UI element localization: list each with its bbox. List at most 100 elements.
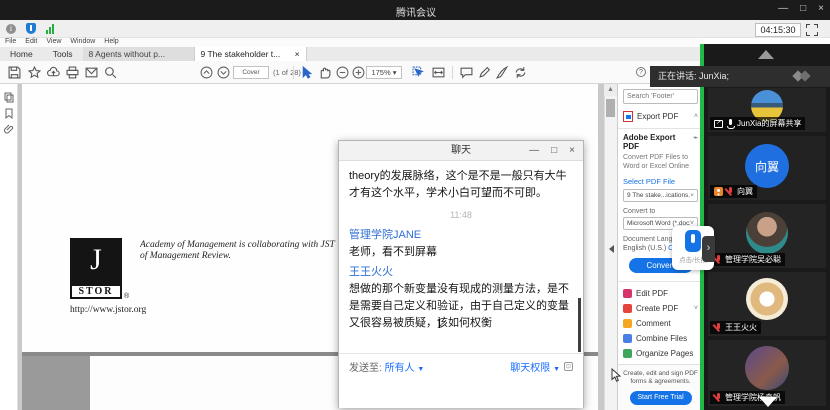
zoom-level-select[interactable]: 175% ▾ bbox=[366, 66, 402, 79]
menu-edit[interactable]: Edit bbox=[25, 38, 37, 47]
window-controls: — □ × bbox=[778, 3, 824, 14]
star-icon[interactable] bbox=[28, 66, 41, 79]
minimize-button[interactable]: — bbox=[778, 3, 788, 14]
email-icon[interactable] bbox=[85, 66, 98, 79]
jstor-url: http://www.jstor.org bbox=[70, 305, 146, 315]
fill-sign-icon[interactable] bbox=[496, 66, 509, 79]
panel-footer: Create, edit and sign PDFforms & agreeme… bbox=[618, 364, 703, 410]
microphone-icon[interactable] bbox=[685, 230, 701, 252]
zoom-level-value: 175% bbox=[371, 68, 390, 77]
combine-files-icon bbox=[623, 334, 632, 343]
participant-tile-screenshare[interactable]: JunXia的屏幕共享 bbox=[708, 88, 826, 132]
export-pdf-header[interactable]: Export PDF ˄ bbox=[623, 111, 698, 122]
mouse-cursor bbox=[611, 368, 622, 383]
send-to-select[interactable]: 所有人 ▼ bbox=[385, 359, 425, 374]
print-icon[interactable] bbox=[66, 66, 79, 79]
search-icon[interactable] bbox=[104, 66, 117, 79]
chat-message-2: 老师，看不到屏幕 bbox=[349, 244, 573, 261]
clear-file-icon[interactable]: × bbox=[690, 192, 694, 199]
chevron-down-icon[interactable]: ˅ bbox=[694, 305, 698, 312]
attachments-icon[interactable] bbox=[4, 124, 14, 135]
zoom-in-icon[interactable] bbox=[352, 66, 365, 79]
participant-label: JunXia的屏幕共享 bbox=[710, 117, 805, 130]
comment-icon[interactable] bbox=[460, 66, 473, 79]
tab-document-2-active[interactable]: 9 The stakeholder t... × bbox=[195, 47, 307, 61]
chat-close-button[interactable]: × bbox=[569, 141, 575, 161]
chat-input[interactable] bbox=[339, 377, 583, 408]
chat-titlebar[interactable]: 聊天 — □ × bbox=[339, 141, 583, 161]
acrobat-status-icons: i bbox=[6, 23, 54, 34]
menu-help[interactable]: Help bbox=[104, 38, 118, 47]
chat-window[interactable]: 聊天 — □ × theory的发展脉络，这个是不是一般只有大牛才有这个水平，学… bbox=[338, 140, 584, 408]
fullscreen-icon[interactable] bbox=[806, 24, 818, 36]
popout-icon[interactable]: ⊡ bbox=[564, 362, 573, 371]
cloud-upload-icon[interactable] bbox=[47, 66, 60, 79]
export-description: Convert PDF Files to Word or Excel Onlin… bbox=[623, 154, 698, 171]
save-icon[interactable] bbox=[8, 66, 21, 79]
scroll-more-icon[interactable] bbox=[759, 397, 777, 407]
tab-document-2-label: 9 The stakeholder t... bbox=[201, 47, 281, 61]
panel-collapse-arrow-icon[interactable] bbox=[609, 245, 614, 253]
chevron-up-icon[interactable]: ˄ bbox=[694, 113, 698, 120]
screenshot-root: 腾讯会议 — □ × i 04:15:30 File Edit View Win… bbox=[0, 0, 830, 410]
scrollbar-thumb[interactable] bbox=[606, 99, 615, 117]
chat-permission-select[interactable]: 聊天权限 ▼ bbox=[510, 359, 560, 374]
chat-minimize-button[interactable]: — bbox=[529, 141, 539, 161]
menu-window[interactable]: Window bbox=[70, 38, 95, 47]
help-icon[interactable]: ? bbox=[636, 67, 646, 77]
tool-edit-pdf[interactable]: Edit PDF bbox=[623, 286, 698, 301]
close-button[interactable]: × bbox=[818, 3, 824, 14]
page-2-figure-block bbox=[22, 356, 90, 410]
bookmarks-icon[interactable] bbox=[4, 108, 14, 119]
page-thumbnails-icon[interactable] bbox=[4, 92, 14, 103]
tab-tools[interactable]: Tools bbox=[43, 47, 83, 61]
start-free-trial-button[interactable]: Start Free Trial bbox=[630, 391, 692, 405]
page-up-icon[interactable] bbox=[200, 66, 213, 79]
sidebar-expand-tab[interactable]: › bbox=[702, 236, 715, 262]
tab-close-icon[interactable]: × bbox=[295, 47, 300, 61]
scrollbar-up-arrow[interactable]: ▲ bbox=[604, 84, 617, 96]
chat-sender-1[interactable]: 管理学院JANE bbox=[349, 227, 573, 244]
info-icon[interactable]: i bbox=[6, 24, 16, 34]
avatar bbox=[746, 212, 788, 254]
network-signal-icon bbox=[46, 24, 54, 34]
menu-file[interactable]: File bbox=[5, 38, 16, 47]
tab-home[interactable]: Home bbox=[0, 47, 43, 61]
tab-document-1[interactable]: 8 Agents without p... bbox=[83, 47, 195, 61]
chat-maximize-button[interactable]: □ bbox=[551, 141, 557, 161]
select-tool-icon[interactable] bbox=[300, 66, 313, 79]
link-icon[interactable]: ⌁ bbox=[693, 133, 698, 151]
page-number-input[interactable]: Cover Page bbox=[233, 66, 269, 79]
selected-file-box[interactable]: 9 The stake...ications.pdf × bbox=[623, 189, 698, 202]
meeting-timer: 04:15:30 bbox=[755, 23, 801, 37]
send-review-icon[interactable] bbox=[514, 66, 527, 79]
tool-organize-pages[interactable]: Organize Pages bbox=[623, 346, 698, 361]
protected-mode-shield-icon[interactable] bbox=[26, 23, 36, 34]
participant-tile-wangwang[interactable]: 王王火火 bbox=[708, 272, 826, 336]
hand-tool-icon[interactable] bbox=[318, 66, 331, 79]
chat-message-3: 想做的那个新变量没有现成的测量方法，是不是需要自己定义和验证，由于自己定义的变量… bbox=[349, 281, 573, 332]
mic-muted-icon bbox=[726, 187, 734, 197]
tool-create-pdf[interactable]: Create PDF˅ bbox=[623, 301, 698, 316]
menu-view[interactable]: View bbox=[46, 38, 61, 47]
fit-width-icon[interactable] bbox=[432, 66, 445, 79]
participant-tile-xiangyi[interactable]: 向翼 向翼 bbox=[708, 136, 826, 200]
tools-search-input[interactable] bbox=[623, 89, 698, 104]
chat-messages[interactable]: theory的发展脉络，这个是不是一般只有大牛才有这个水平，学术小白可望而不可即… bbox=[339, 161, 583, 332]
pencil-icon[interactable] bbox=[478, 66, 491, 79]
tool-comment[interactable]: Comment bbox=[623, 316, 698, 331]
select-pdf-file-link[interactable]: Select PDF File bbox=[623, 177, 698, 186]
page-down-icon[interactable] bbox=[217, 66, 230, 79]
maximize-button[interactable]: □ bbox=[800, 3, 806, 14]
chat-timestamp: 11:48 bbox=[349, 207, 573, 224]
chat-scrollbar-thumb[interactable] bbox=[578, 298, 581, 352]
avatar bbox=[746, 278, 788, 320]
tool-combine-files[interactable]: Combine Files bbox=[623, 331, 698, 346]
participant-label: 向翼 bbox=[710, 185, 757, 198]
selection-marquee-icon[interactable] bbox=[412, 66, 425, 79]
meeting-title: 腾讯会议 bbox=[396, 4, 436, 19]
chat-sender-2[interactable]: 王王火火 bbox=[349, 264, 573, 281]
zoom-out-icon[interactable] bbox=[336, 66, 349, 79]
participant-tile-wubicong[interactable]: 管理学院吴必聪 bbox=[708, 204, 826, 268]
sidebar-collapse-icon[interactable] bbox=[758, 50, 774, 59]
